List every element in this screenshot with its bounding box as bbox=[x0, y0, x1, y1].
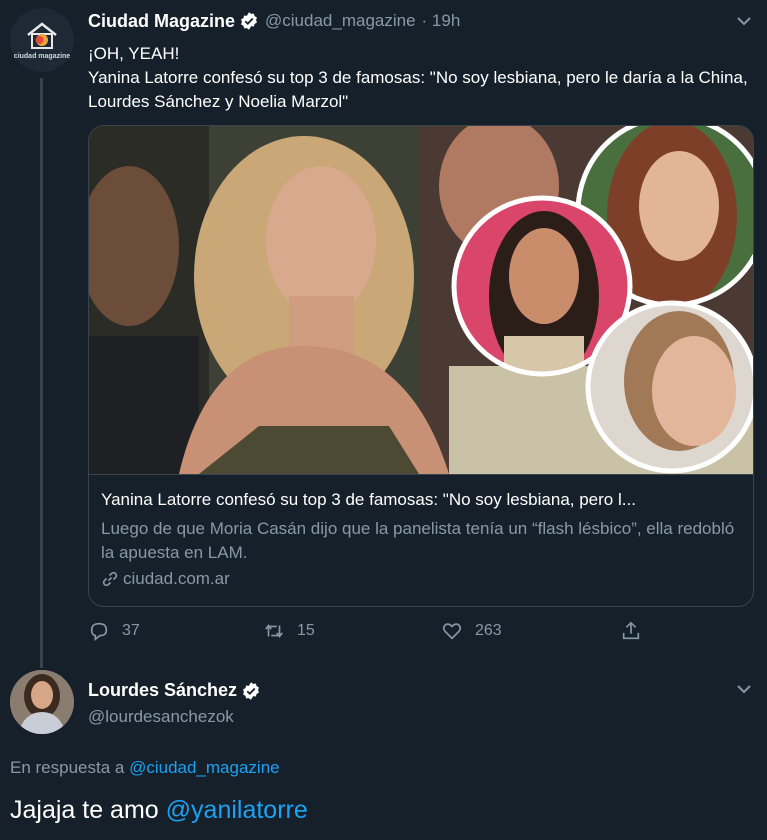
reply-text-body: Jajaja te amo bbox=[10, 796, 159, 824]
card-body: Yanina Latorre confesó su top 3 de famos… bbox=[89, 474, 753, 606]
reply-text-mention[interactable]: @yanilatorre bbox=[166, 796, 308, 824]
reply-button[interactable]: 37 bbox=[88, 620, 140, 642]
tweet-actions: 37 15 263 bbox=[88, 620, 688, 646]
like-icon bbox=[442, 623, 462, 640]
reply-text: Jajaja te amo @yanilatorre bbox=[10, 796, 308, 825]
verified-icon bbox=[243, 681, 259, 700]
reply-author-name[interactable]: Lourdes Sánchez bbox=[88, 680, 237, 701]
reply-icon bbox=[90, 622, 108, 641]
card-title: Yanina Latorre confesó su top 3 de famos… bbox=[101, 490, 636, 509]
thread-line bbox=[40, 78, 43, 668]
retweet-icon bbox=[265, 624, 283, 638]
share-icon bbox=[622, 621, 640, 640]
in-reply-prefix: En respuesta a bbox=[10, 758, 125, 777]
author-handle[interactable]: @ciudad_magazine bbox=[265, 11, 416, 31]
tweet-header: Ciudad Magazine @ciudad_magazine · 19h bbox=[88, 10, 460, 32]
reply-count: 37 bbox=[122, 622, 140, 639]
link-icon bbox=[102, 571, 118, 587]
verified-icon bbox=[241, 12, 257, 30]
card-image bbox=[89, 126, 753, 474]
reply-author-handle[interactable]: @lourdesanchezok bbox=[88, 707, 261, 727]
card-description: Luego de que Moria Casán dijo que la pan… bbox=[101, 519, 735, 562]
retweet-button[interactable]: 15 bbox=[263, 620, 315, 642]
card-domain: ciudad.com.ar bbox=[101, 569, 743, 589]
ciudad-magazine-avatar[interactable]: ciudad magazine bbox=[10, 8, 74, 72]
card-domain-text: ciudad.com.ar bbox=[123, 569, 230, 588]
in-reply-to: En respuesta a @ciudad_magazine bbox=[10, 758, 280, 778]
chevron-down-icon[interactable] bbox=[735, 12, 753, 30]
link-card[interactable]: Yanina Latorre confesó su top 3 de famos… bbox=[88, 125, 754, 607]
house-logo-icon bbox=[27, 21, 57, 49]
tweet-time[interactable]: · 19h bbox=[422, 11, 461, 31]
author-name[interactable]: Ciudad Magazine bbox=[88, 11, 235, 32]
tweet-line-1: ¡OH, YEAH! bbox=[88, 44, 180, 63]
avatar-logo-text: ciudad magazine bbox=[13, 52, 71, 60]
lourdes-avatar[interactable] bbox=[10, 670, 74, 734]
reply-author-row: Lourdes Sánchez bbox=[88, 680, 261, 701]
reply-header: Lourdes Sánchez @lourdesanchezok bbox=[88, 680, 261, 727]
like-button[interactable]: 263 bbox=[441, 620, 502, 642]
in-reply-mention[interactable]: @ciudad_magazine bbox=[129, 758, 280, 777]
tweet-text: ¡OH, YEAH! Yanina Latorre confesó su top… bbox=[88, 42, 748, 114]
retweet-count: 15 bbox=[297, 622, 315, 639]
tweet-line-2: Yanina Latorre confesó su top 3 de famos… bbox=[88, 68, 748, 111]
like-count: 263 bbox=[475, 622, 502, 639]
chevron-down-icon[interactable] bbox=[735, 680, 753, 698]
share-button[interactable] bbox=[620, 620, 654, 642]
